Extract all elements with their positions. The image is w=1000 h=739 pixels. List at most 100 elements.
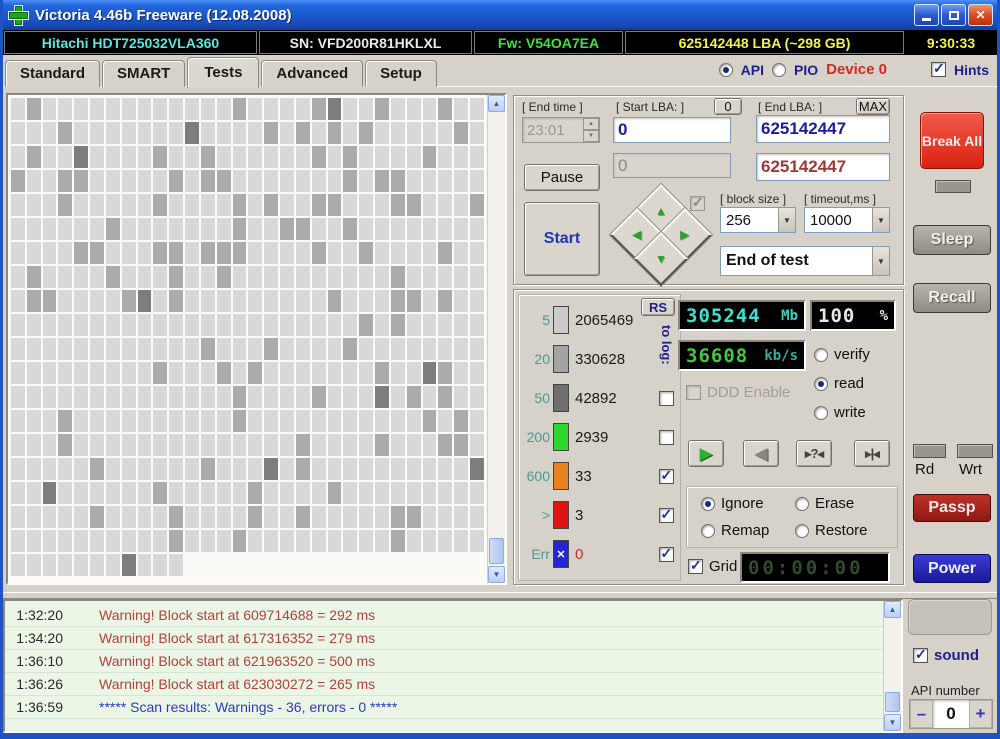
tab-tests[interactable]: Tests (187, 57, 260, 88)
passp-button[interactable]: Passp (913, 494, 991, 522)
scan-block (375, 194, 389, 216)
increment-button[interactable]: + (969, 700, 992, 728)
scan-block (90, 530, 104, 552)
scan-block (311, 314, 326, 336)
scan-block (295, 146, 310, 168)
spin-up-icon[interactable]: ▲ (583, 118, 599, 130)
scan-block (248, 194, 263, 216)
minimize-button[interactable] (914, 4, 939, 26)
log-scroll-thumb[interactable] (885, 692, 900, 712)
scan-block (169, 218, 184, 240)
maximize-button[interactable] (941, 4, 966, 26)
close-button[interactable]: ✕ (968, 4, 993, 26)
start-lba-zero-button[interactable]: 0 (714, 98, 742, 115)
scan-block (295, 122, 310, 144)
log-scrollbar[interactable]: ▲ ▼ (883, 601, 901, 731)
recall-button[interactable]: Recall (913, 283, 991, 313)
start-lba-input[interactable] (613, 117, 731, 143)
to-log-checkbox[interactable] (658, 390, 674, 406)
erase-option[interactable]: Erase (795, 495, 854, 512)
erase-radio[interactable] (795, 496, 809, 511)
log-entry: 1:36:59 ***** Scan results: Warnings - 36… (5, 696, 883, 719)
pause-button[interactable]: Pause (524, 164, 600, 191)
step-back-button[interactable]: ◀ (743, 440, 779, 467)
to-log-checkbox[interactable] (658, 507, 674, 523)
tab-smart[interactable]: SMART (102, 60, 186, 87)
play-button[interactable]: ▶ (688, 440, 724, 467)
spin-down-icon[interactable]: ▼ (583, 130, 599, 142)
sleep-button[interactable]: Sleep (913, 225, 991, 255)
end-time-spinner[interactable]: 23:01 ▲ ▼ (522, 117, 600, 143)
restore-radio[interactable] (795, 523, 809, 538)
scan-block (375, 338, 389, 360)
tab-advanced[interactable]: Advanced (261, 60, 364, 87)
dropdown-arrow-icon[interactable]: ▼ (872, 208, 889, 232)
break-all-button[interactable]: Break All (920, 112, 984, 169)
read-option[interactable]: read (814, 375, 864, 392)
scan-block (327, 98, 342, 120)
power-button[interactable]: Power (913, 554, 991, 583)
ignore-radio[interactable] (701, 496, 715, 511)
tab-standard[interactable]: Standard (5, 60, 101, 87)
log-scroll-track[interactable] (884, 618, 901, 714)
restore-option[interactable]: Restore (795, 522, 868, 539)
timeout-combo[interactable]: 10000 ▼ (804, 207, 890, 233)
scroll-up-icon[interactable]: ▲ (884, 601, 901, 618)
scan-block (280, 362, 294, 384)
remap-option[interactable]: Remap (701, 522, 769, 539)
tab-setup[interactable]: Setup (365, 60, 437, 87)
api-radio[interactable] (718, 62, 733, 77)
rs-button[interactable]: RS (641, 298, 675, 316)
scan-block (42, 506, 57, 528)
scan-block-map: ▲ ▼ (6, 93, 507, 585)
scan-block (264, 98, 279, 120)
seek-end-button[interactable]: ▸|◂ (854, 440, 890, 467)
scan-block (200, 506, 215, 528)
write-radio[interactable] (814, 405, 828, 420)
scan-block (438, 194, 453, 216)
end-lba-input[interactable] (756, 115, 890, 143)
sound-option[interactable]: sound (913, 647, 979, 664)
hints-checkbox[interactable] (931, 61, 946, 77)
seek-question-button[interactable]: ▸?◂ (796, 440, 832, 467)
verify-option[interactable]: verify (814, 346, 870, 363)
splitter[interactable] (3, 592, 997, 599)
scan-block (137, 146, 152, 168)
start-button[interactable]: Start (524, 202, 600, 276)
dropdown-arrow-icon[interactable]: ▼ (778, 208, 795, 232)
grid-scroll-track[interactable] (488, 112, 505, 566)
on-end-combo[interactable]: End of test ▼ (720, 246, 890, 276)
dropdown-arrow-icon[interactable]: ▼ (872, 247, 889, 275)
to-log-checkbox[interactable] (658, 546, 674, 562)
arrow-down-icon: ▼ (655, 251, 667, 266)
grid-checkbox[interactable] (688, 558, 703, 574)
scan-block (470, 362, 484, 384)
scan-block (280, 386, 294, 408)
end-lba-max-button[interactable]: MAX (856, 98, 890, 115)
ignore-option[interactable]: Ignore (701, 495, 764, 512)
scan-block (390, 338, 405, 360)
grid-scrollbar[interactable]: ▲ ▼ (487, 95, 505, 583)
scan-block (470, 506, 484, 528)
scroll-down-icon[interactable]: ▼ (884, 714, 901, 731)
to-log-checkbox[interactable] (658, 429, 674, 445)
block-size-combo[interactable]: 256 ▼ (720, 207, 796, 233)
grid-scroll-thumb[interactable] (489, 538, 504, 564)
block-size-label: [ block size ] (720, 192, 787, 206)
pio-radio[interactable] (771, 62, 786, 77)
decrement-button[interactable]: – (910, 700, 933, 728)
remap-radio[interactable] (701, 523, 715, 538)
sound-checkbox[interactable] (913, 647, 928, 663)
write-option[interactable]: write (814, 404, 866, 421)
scan-block (390, 122, 405, 144)
verify-radio[interactable] (814, 347, 828, 362)
read-radio[interactable] (814, 376, 828, 391)
grid-option[interactable]: Grid (688, 558, 737, 575)
scan-block (327, 362, 342, 384)
scroll-down-icon[interactable]: ▼ (488, 566, 505, 583)
scan-block (454, 266, 469, 288)
scan-block (74, 362, 89, 384)
to-log-checkbox[interactable] (658, 468, 674, 484)
scroll-up-icon[interactable]: ▲ (488, 95, 505, 112)
scan-block (264, 506, 279, 528)
